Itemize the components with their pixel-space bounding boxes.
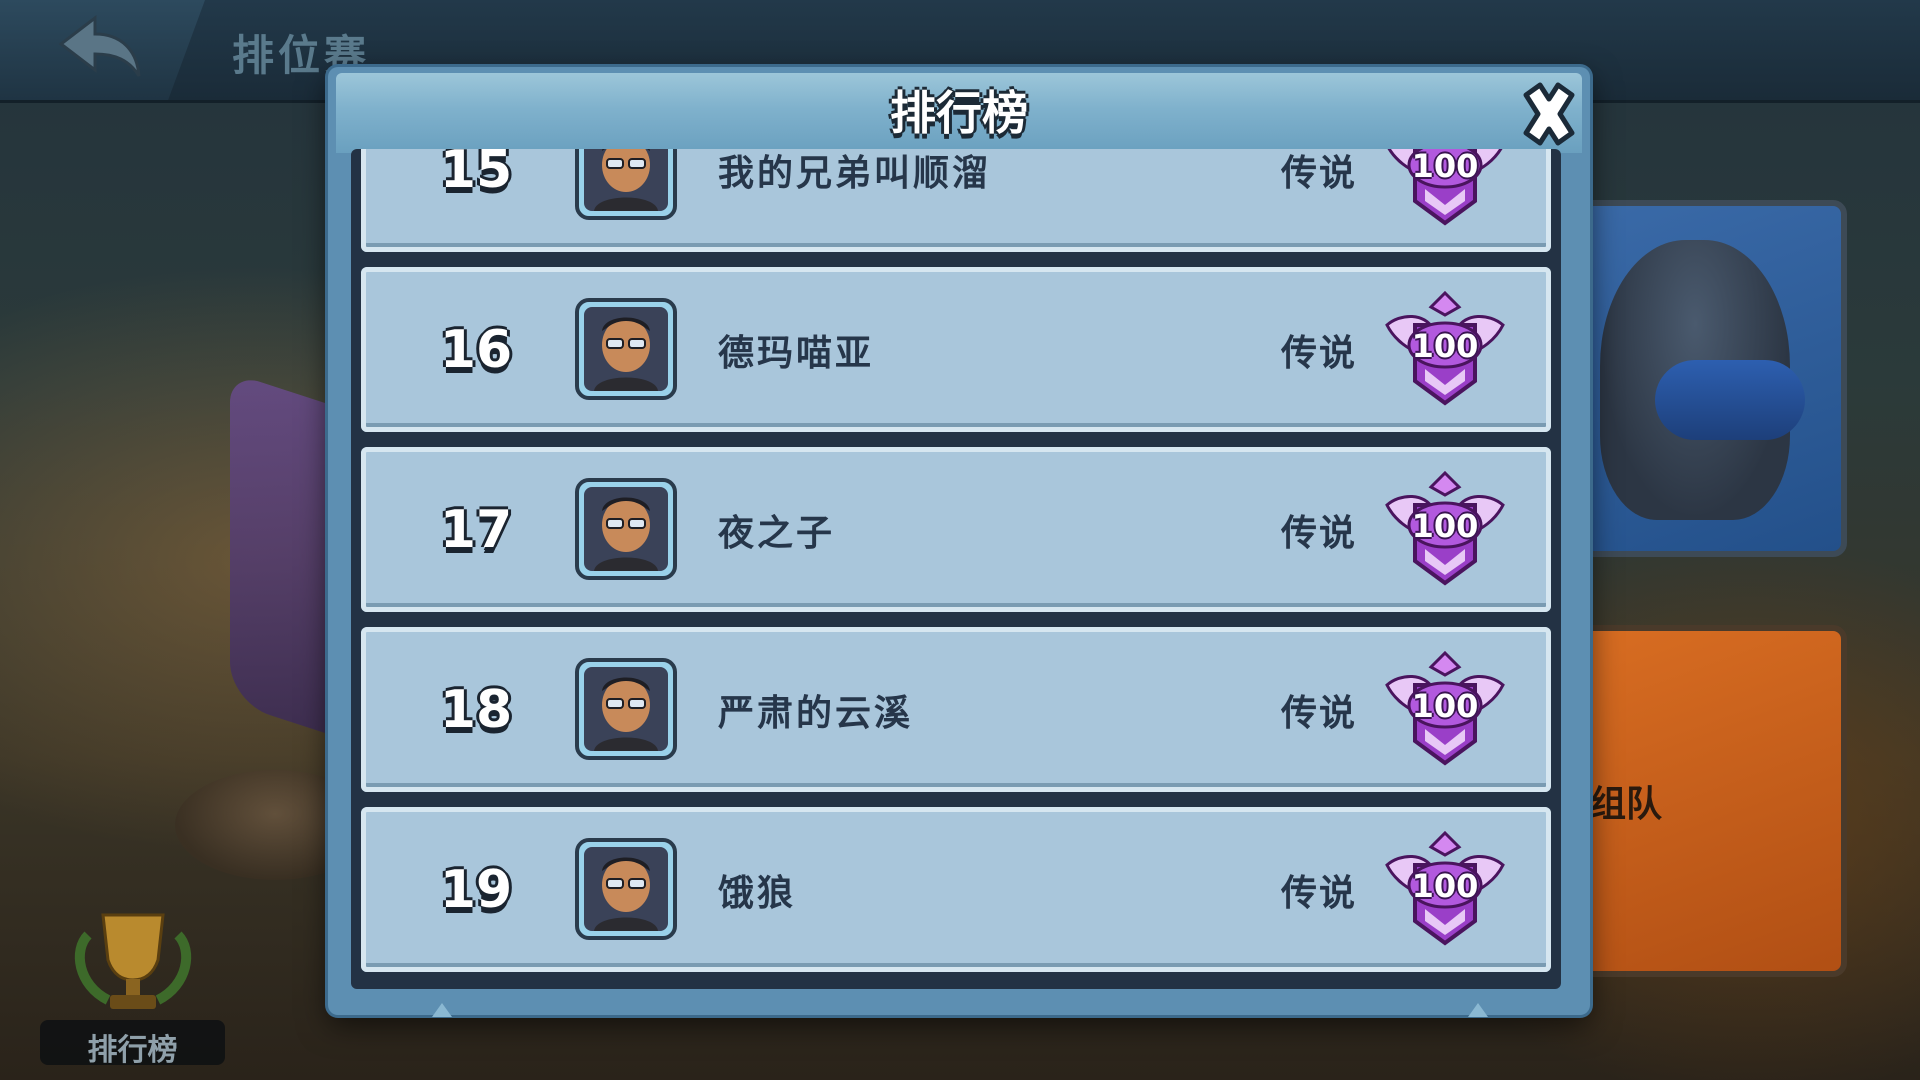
rank-badge: 100 bbox=[1381, 149, 1509, 233]
team-mode-label: 组队 bbox=[1590, 784, 1663, 825]
tier-label: 传说 bbox=[1281, 692, 1358, 734]
rank-number: 16 bbox=[439, 319, 513, 380]
rank-number: 15 bbox=[439, 149, 513, 200]
tier-label: 传说 bbox=[1281, 152, 1358, 194]
leaderboard-row[interactable]: 17 夜之子 传说 100 bbox=[361, 447, 1551, 612]
badge-level: 100 bbox=[1411, 507, 1479, 545]
player-avatar[interactable] bbox=[574, 657, 678, 761]
player-avatar[interactable] bbox=[574, 837, 678, 941]
player-name: 饿狼 bbox=[718, 872, 797, 914]
rank-number: 17 bbox=[439, 499, 513, 560]
player-name: 夜之子 bbox=[718, 512, 836, 554]
modal-header: 排行榜 bbox=[336, 73, 1582, 153]
tier-label: 传说 bbox=[1281, 332, 1358, 374]
close-icon[interactable] bbox=[1516, 81, 1582, 147]
rank-badge: 100 bbox=[1381, 285, 1509, 413]
modal-corner-notch bbox=[1468, 1003, 1488, 1017]
leaderboard-button[interactable]: 排行榜 bbox=[40, 905, 225, 1068]
trophy-icon bbox=[74, 913, 192, 1009]
player-avatar[interactable] bbox=[574, 297, 678, 401]
player-avatar[interactable] bbox=[574, 477, 678, 581]
leaderboard-label: 排行榜 bbox=[87, 1033, 178, 1068]
badge-level: 100 bbox=[1411, 149, 1479, 185]
badge-level: 100 bbox=[1411, 867, 1479, 905]
rank-number: 19 bbox=[439, 859, 513, 920]
rank-badge: 100 bbox=[1381, 465, 1509, 593]
leaderboard-row[interactable]: 19 饿狼 传说 100 bbox=[361, 807, 1551, 972]
player-name: 我的兄弟叫顺溜 bbox=[718, 152, 992, 194]
rank-badge: 100 bbox=[1381, 645, 1509, 773]
rank-badge: 100 bbox=[1381, 825, 1509, 953]
tier-label: 传说 bbox=[1281, 872, 1358, 914]
player-avatar[interactable] bbox=[574, 149, 678, 221]
leaderboard-row[interactable]: 18 严肃的云溪 传说 100 bbox=[361, 627, 1551, 792]
modal-corner-notch bbox=[432, 1003, 452, 1017]
leaderboard-row[interactable]: 16 德玛喵亚 传说 100 bbox=[361, 267, 1551, 432]
tier-label: 传说 bbox=[1281, 512, 1358, 554]
back-arrow-icon[interactable] bbox=[55, 12, 145, 82]
leaderboard-row[interactable]: 15 我的兄弟叫顺溜 传说 100 bbox=[361, 149, 1551, 252]
decorative-wing bbox=[230, 372, 340, 738]
modal-title: 排行榜 bbox=[890, 86, 1028, 140]
player-name: 德玛喵亚 bbox=[718, 332, 875, 374]
leaderboard-list[interactable]: 15 我的兄弟叫顺溜 传说 100 16 德玛喵亚 传说 100 17 夜之子 … bbox=[351, 149, 1561, 989]
badge-level: 100 bbox=[1411, 327, 1479, 365]
rank-number: 18 bbox=[439, 679, 513, 740]
badge-level: 100 bbox=[1411, 687, 1479, 725]
player-name: 严肃的云溪 bbox=[718, 692, 914, 734]
bear-arm-image bbox=[1655, 360, 1805, 440]
leaderboard-modal: 排行榜 15 我的兄弟叫顺溜 传说 100 16 德玛喵亚 传说 100 17 … bbox=[328, 67, 1590, 1017]
